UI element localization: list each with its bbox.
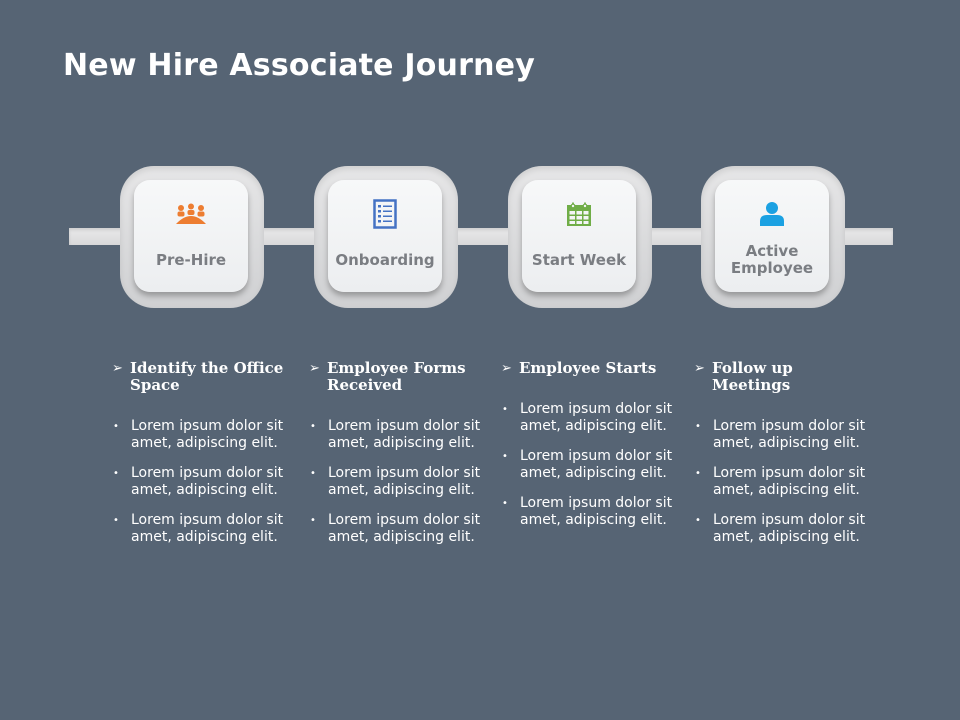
list-item: • Lorem ipsum dolor sit amet, adipiscing … [694, 465, 869, 499]
bullet-text: Lorem ipsum dolor sit amet, adipiscing e… [520, 495, 673, 528]
step-card: Active Employee [715, 180, 829, 292]
heading-text: Follow up Meetings [712, 359, 793, 394]
step-card: Pre-Hire [134, 180, 248, 292]
list-item: • Lorem ipsum dolor sit amet, adipiscing … [501, 401, 676, 435]
column-heading: ➢ Identify the Office Space [112, 360, 287, 394]
team-meeting-icon [174, 200, 208, 228]
arrow-bullet-icon: ➢ [501, 361, 512, 376]
bullet-dot-icon: • [113, 421, 119, 432]
step-label: Pre-Hire [155, 250, 227, 269]
step-label: Onboarding [335, 250, 435, 269]
user-icon [755, 200, 789, 228]
bullet-dot-icon: • [695, 515, 701, 526]
bullet-text: Lorem ipsum dolor sit amet, adipiscing e… [713, 465, 866, 498]
list-item: • Lorem ipsum dolor sit amet, adipiscing … [501, 448, 676, 482]
bullet-list: • Lorem ipsum dolor sit amet, adipiscing … [501, 401, 676, 529]
list-item: • Lorem ipsum dolor sit amet, adipiscing … [309, 512, 484, 546]
heading-text: Employee Starts [519, 359, 657, 377]
step-card: Start Week [522, 180, 636, 292]
bullet-text: Lorem ipsum dolor sit amet, adipiscing e… [131, 418, 284, 451]
column-start-week: ➢ Employee Starts • Lorem ipsum dolor sit… [501, 360, 676, 542]
step-pre-hire: Pre-Hire [120, 166, 264, 308]
bullet-text: Lorem ipsum dolor sit amet, adipiscing e… [328, 512, 481, 545]
bullet-text: Lorem ipsum dolor sit amet, adipiscing e… [713, 512, 866, 545]
bullet-text: Lorem ipsum dolor sit amet, adipiscing e… [131, 512, 284, 545]
arrow-bullet-icon: ➢ [309, 361, 320, 376]
step-label: Active Employee [730, 242, 814, 277]
bullet-dot-icon: • [695, 468, 701, 479]
list-item: • Lorem ipsum dolor sit amet, adipiscing … [501, 495, 676, 529]
bullet-dot-icon: • [695, 421, 701, 432]
bullet-list: • Lorem ipsum dolor sit amet, adipiscing … [309, 418, 484, 546]
bullet-list: • Lorem ipsum dolor sit amet, adipiscing … [694, 418, 869, 546]
bullet-dot-icon: • [502, 451, 508, 462]
bullet-text: Lorem ipsum dolor sit amet, adipiscing e… [131, 465, 284, 498]
step-start-week: Start Week [508, 166, 652, 308]
checklist-icon [368, 199, 402, 229]
step-card: Onboarding [328, 180, 442, 292]
list-item: • Lorem ipsum dolor sit amet, adipiscing … [309, 465, 484, 499]
bullet-list: • Lorem ipsum dolor sit amet, adipiscing … [112, 418, 287, 546]
list-item: • Lorem ipsum dolor sit amet, adipiscing … [694, 418, 869, 452]
bullet-text: Lorem ipsum dolor sit amet, adipiscing e… [520, 401, 673, 434]
column-pre-hire: ➢ Identify the Office Space • Lorem ipsum… [112, 360, 287, 559]
arrow-bullet-icon: ➢ [694, 361, 705, 376]
list-item: • Lorem ipsum dolor sit amet, adipiscing … [112, 512, 287, 546]
list-item: • Lorem ipsum dolor sit amet, adipiscing … [309, 418, 484, 452]
bullet-dot-icon: • [310, 515, 316, 526]
bullet-text: Lorem ipsum dolor sit amet, adipiscing e… [328, 465, 481, 498]
list-item: • Lorem ipsum dolor sit amet, adipiscing … [694, 512, 869, 546]
heading-text: Employee Forms Received [327, 359, 466, 394]
column-active-employee: ➢ Follow up Meetings • Lorem ipsum dolor … [694, 360, 869, 559]
bullet-dot-icon: • [502, 404, 508, 415]
page-title: New Hire Associate Journey [63, 48, 535, 83]
heading-text: Identify the Office Space [130, 359, 284, 394]
bullet-dot-icon: • [310, 421, 316, 432]
bullet-dot-icon: • [113, 468, 119, 479]
bullet-dot-icon: • [113, 515, 119, 526]
bullet-text: Lorem ipsum dolor sit amet, adipiscing e… [713, 418, 866, 451]
arrow-bullet-icon: ➢ [112, 361, 123, 376]
column-heading: ➢ Employee Forms Received [309, 360, 484, 394]
list-item: • Lorem ipsum dolor sit amet, adipiscing … [112, 418, 287, 452]
calendar-icon [562, 200, 596, 228]
bullet-dot-icon: • [310, 468, 316, 479]
step-active-employee: Active Employee [701, 166, 845, 308]
list-item: • Lorem ipsum dolor sit amet, adipiscing … [112, 465, 287, 499]
column-heading: ➢ Follow up Meetings [694, 360, 869, 394]
column-onboarding: ➢ Employee Forms Received • Lorem ipsum d… [309, 360, 484, 559]
bullet-text: Lorem ipsum dolor sit amet, adipiscing e… [328, 418, 481, 451]
step-onboarding: Onboarding [314, 166, 458, 308]
bullet-dot-icon: • [502, 498, 508, 509]
bullet-text: Lorem ipsum dolor sit amet, adipiscing e… [520, 448, 673, 481]
step-label: Start Week [531, 250, 627, 269]
column-heading: ➢ Employee Starts [501, 360, 676, 377]
